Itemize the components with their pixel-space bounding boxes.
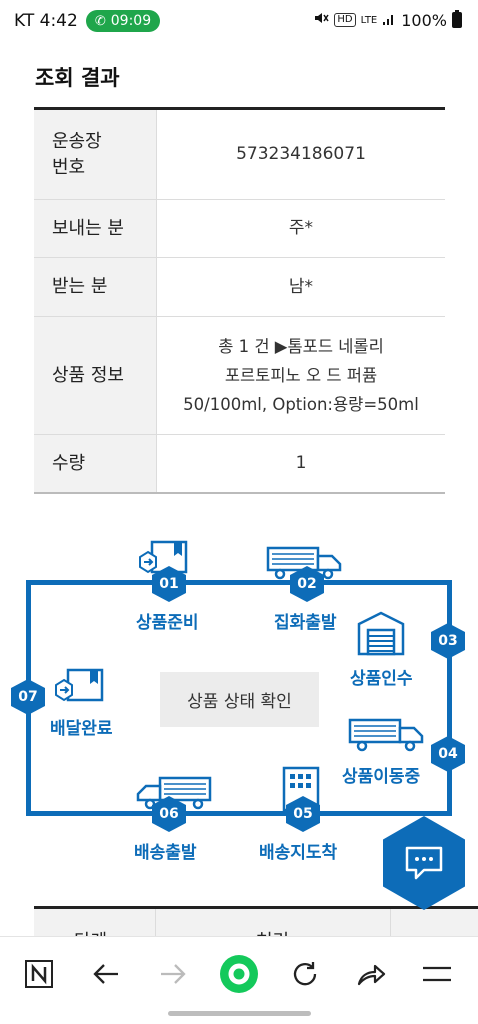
forward-icon	[161, 964, 186, 984]
step-04-label: 상품이동중	[340, 762, 423, 787]
call-timer: 09:09	[110, 13, 152, 29]
table-row: 받는 분 남*	[34, 258, 445, 317]
step-06-label: 배송출발	[132, 838, 199, 863]
result-title: 조회 결과	[35, 66, 120, 90]
row-label-waybill: 운송장 번호	[34, 110, 157, 199]
mute-icon	[313, 10, 330, 30]
green-dot-button[interactable]	[216, 951, 262, 997]
table-row: 보내는 분 주*	[34, 200, 445, 258]
menu-icon	[423, 966, 451, 982]
step-03-label: 상품인수	[348, 664, 415, 689]
forward-button[interactable]	[150, 951, 196, 997]
naver-icon	[25, 960, 53, 988]
naver-home-button[interactable]	[16, 951, 62, 997]
signal-icon	[382, 11, 396, 30]
row-label-product: 상품 정보	[34, 317, 157, 434]
menu-button[interactable]	[414, 951, 460, 997]
hd-indicator: HD	[334, 13, 356, 27]
refresh-button[interactable]	[282, 951, 328, 997]
carrier-time: KT 4:42	[14, 11, 78, 31]
table-row: 운송장 번호 573234186071	[34, 110, 445, 200]
step-02-label: 집화출발	[272, 608, 339, 633]
truck-icon	[348, 718, 424, 752]
carrier: KT	[14, 11, 35, 31]
clock: 4:42	[39, 11, 78, 31]
step-05-label: 배송지도착	[257, 838, 340, 863]
row-label-sender: 보내는 분	[34, 200, 157, 257]
warehouse-icon	[357, 611, 405, 656]
status-icons: HD LTE 100%	[313, 10, 462, 30]
back-button[interactable]	[83, 951, 129, 997]
battery-icon	[452, 10, 462, 28]
step-01-label: 상품준비	[134, 608, 201, 633]
status-bar: KT 4:42 ✆ 09:09 HD LTE 100%	[0, 0, 478, 44]
receiver-value: 남*	[288, 276, 314, 297]
ongoing-call-chip[interactable]: ✆ 09:09	[86, 10, 160, 32]
step-07-label: 배달완료	[48, 714, 115, 739]
home-icon	[220, 955, 258, 993]
row-label-quantity: 수량	[34, 435, 157, 492]
chat-icon	[405, 846, 443, 880]
table-row: 상품 정보 총 1 건 ▶톰포드 네롤리 포르토피노 오 드 퍼퓸 50/100…	[34, 317, 445, 435]
refresh-icon	[293, 962, 317, 986]
box-icon	[55, 668, 104, 702]
quantity-value: 1	[295, 453, 307, 473]
battery-percent: 100%	[401, 10, 447, 30]
back-icon	[93, 964, 118, 984]
result-table: 운송장 번호 573234186071 보내는 분 주* 받는 분 남* 상품 …	[34, 107, 445, 494]
lte-indicator: LTE	[360, 14, 378, 26]
table-row: 수량 1	[34, 435, 445, 494]
product-info: 총 1 건 ▶톰포드 네롤리 포르토피노 오 드 퍼퓸 50/100ml, Op…	[183, 337, 419, 414]
waybill-number: 573234186071	[236, 144, 366, 164]
share-icon	[357, 964, 386, 986]
phone-icon: ✆	[94, 13, 106, 29]
sender-value: 주*	[288, 218, 314, 238]
home-indicator[interactable]	[168, 1011, 311, 1016]
share-button[interactable]	[348, 951, 394, 997]
status-check-label: 상품 상태 확인	[160, 672, 319, 727]
row-label-receiver: 받는 분	[34, 258, 157, 316]
